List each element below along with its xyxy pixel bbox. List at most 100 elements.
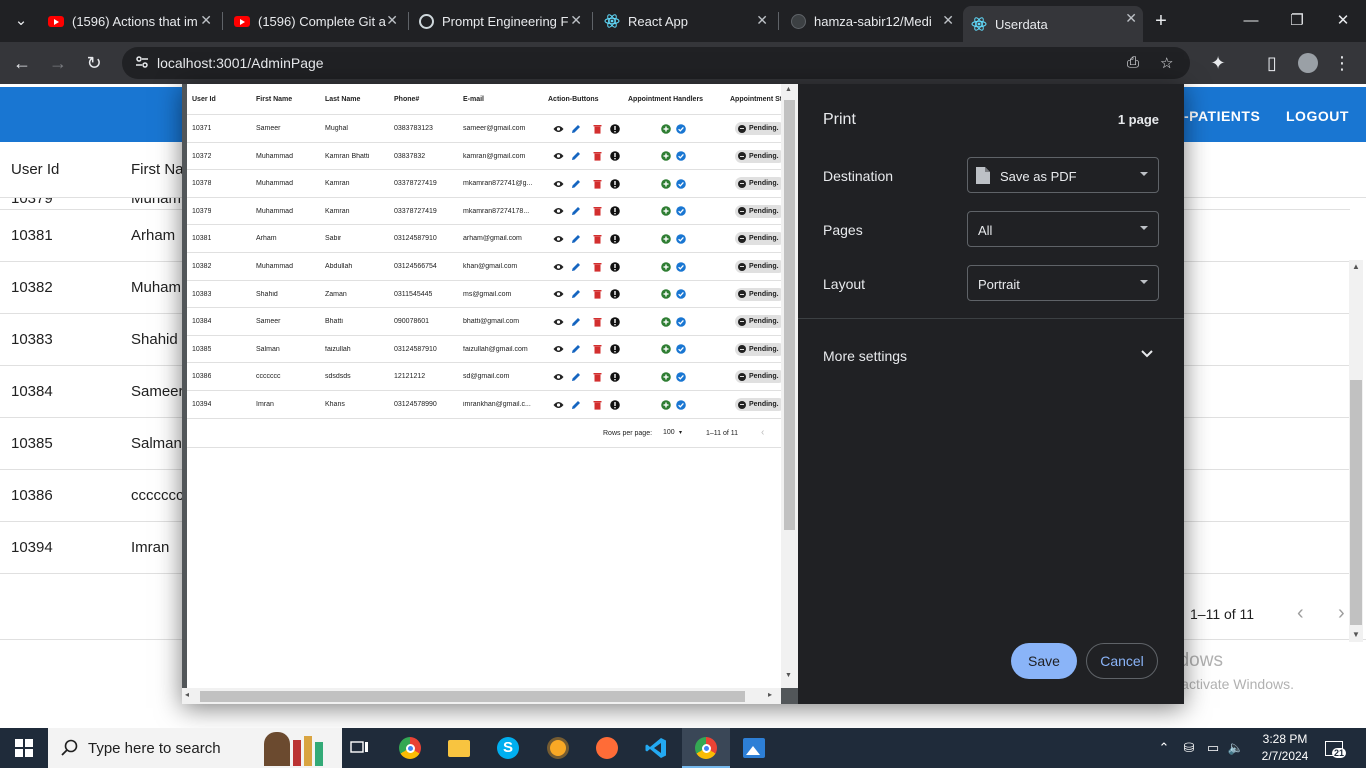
header-user-id[interactable]: User Id — [11, 161, 59, 178]
close-window-button[interactable]: ✕ — [1328, 8, 1358, 34]
cell-first-name: Sameer — [131, 383, 184, 400]
layout-select[interactable]: Portrait — [967, 265, 1159, 301]
browser-tab[interactable]: (1596) Actions that im ✕ — [40, 8, 218, 34]
chrome-taskbar-icon[interactable] — [398, 736, 422, 760]
close-tab-icon[interactable]: ✕ — [942, 12, 954, 29]
preview-cell-first: Salman — [256, 345, 280, 353]
browser-tab[interactable]: (1596) Complete Git a ✕ — [226, 8, 404, 34]
close-tab-icon[interactable]: ✕ — [756, 12, 768, 29]
profile-avatar[interactable] — [1295, 50, 1321, 76]
patients-link[interactable]: -PATIENTS — [1184, 108, 1260, 124]
preview-cell-first: Muhammad — [256, 263, 293, 270]
preview-row: 10394 Imran Khans 03124578990 imrankhan@gmai… — [187, 391, 781, 419]
next-page-button[interactable]: › — [1338, 602, 1345, 625]
preview-row: 10381 Arham Sabir 03124587910 arham@gmail.co… — [187, 225, 781, 253]
add-circle-icon — [660, 399, 671, 410]
menu-kebab-icon[interactable]: ⋮ — [1329, 50, 1355, 76]
preview-vertical-scrollbar[interactable]: ▲ ▼ — [781, 84, 798, 688]
task-view-icon[interactable] — [348, 736, 372, 760]
scrollbar-thumb[interactable] — [1350, 380, 1362, 625]
check-circle-icon — [675, 151, 686, 162]
eye-icon — [553, 178, 564, 189]
status-chip: Pending. — [735, 370, 781, 384]
back-button[interactable]: ← — [9, 50, 35, 76]
close-tab-icon[interactable]: ✕ — [570, 12, 582, 29]
eye-icon — [553, 316, 564, 327]
network-device-icon[interactable]: ⛁ — [1177, 736, 1201, 760]
check-circle-icon — [675, 289, 686, 300]
new-tab-button[interactable]: + — [1146, 8, 1176, 34]
save-button[interactable]: Save — [1011, 643, 1077, 679]
address-bar[interactable]: localhost:3001/AdminPage ⎙ ☆ — [122, 47, 1190, 79]
chatgpt-icon — [418, 13, 434, 29]
taskbar-search[interactable]: Type here to search — [48, 728, 342, 768]
preview-cell-last: Bhatti — [325, 318, 343, 326]
preview-cell-email: kamran@gmail.com — [463, 152, 526, 160]
preview-cell-first: Muhammad — [256, 180, 293, 188]
more-settings-toggle[interactable]: More settings — [798, 334, 1184, 376]
forward-button[interactable]: → — [45, 50, 71, 76]
chevron-down-icon — [1141, 350, 1153, 358]
restore-button[interactable]: ❐ — [1282, 8, 1312, 34]
windows-start-icon[interactable] — [12, 736, 36, 760]
destination-select[interactable]: Save as PDF — [967, 157, 1159, 193]
postman-icon[interactable] — [595, 736, 619, 760]
file-explorer-icon[interactable] — [447, 736, 471, 760]
side-panel-icon[interactable]: ▯ — [1259, 50, 1285, 76]
info-icon — [609, 151, 620, 162]
search-placeholder: Type here to search — [88, 740, 221, 757]
minimize-button[interactable]: — — [1236, 8, 1266, 34]
logout-link[interactable]: LOGOUT — [1286, 108, 1349, 124]
table-scrollbar[interactable]: ▲ ▼ — [1349, 260, 1363, 642]
close-tab-icon[interactable]: ✕ — [200, 12, 212, 29]
scrollbar-thumb[interactable] — [200, 691, 745, 702]
tab-title: Prompt Engineering F — [442, 13, 569, 29]
delete-icon — [592, 371, 603, 382]
notifications-icon[interactable]: 21 — [1322, 736, 1347, 760]
clock-time: 3:28 PM — [1262, 732, 1308, 746]
cancel-button[interactable]: Cancel — [1086, 643, 1158, 679]
tab-search-icon[interactable]: ⌄ — [6, 8, 36, 34]
browser-tab[interactable]: Userdata ✕ — [963, 6, 1143, 42]
url-text: localhost:3001/AdminPage — [157, 55, 324, 71]
scrollbar-thumb[interactable] — [784, 100, 795, 530]
tab-strip: ⌄ (1596) Actions that im ✕ (1596) Complete… — [0, 0, 1366, 42]
tray-expand-icon[interactable]: ⌃ — [1152, 736, 1176, 760]
close-tab-icon[interactable]: ✕ — [386, 12, 398, 29]
reload-button[interactable]: ↻ — [81, 50, 107, 76]
site-info-icon[interactable] — [134, 54, 150, 74]
skype-icon[interactable]: S — [496, 736, 520, 760]
chrome-profile-taskbar-icon[interactable] — [694, 736, 718, 760]
preview-cell-phone: 0311545445 — [394, 290, 433, 298]
browser-tab[interactable]: React App ✕ — [596, 8, 774, 34]
preview-horizontal-scrollbar[interactable]: ◂ ▸ — [182, 688, 781, 704]
rows-per-page-label: Rows per page: — [603, 430, 653, 437]
system-clock[interactable]: 3:28 PM 2/7/2024 — [1260, 731, 1310, 765]
prev-page-button[interactable]: ‹ — [1297, 602, 1304, 625]
edit-pencil-icon — [570, 233, 581, 244]
delete-icon — [592, 151, 603, 162]
pages-select[interactable]: All — [967, 211, 1159, 247]
photos-icon[interactable] — [742, 736, 766, 760]
network-icon[interactable]: ▭ — [1201, 736, 1225, 760]
browser-tab[interactable]: Prompt Engineering F ✕ — [410, 8, 588, 34]
browser-tab[interactable]: hamza-sabir12/Medi ✕ — [782, 8, 960, 34]
bookmark-star-icon[interactable]: ☆ — [1160, 54, 1173, 72]
add-circle-icon — [660, 344, 671, 355]
volume-icon[interactable]: 🔈 — [1224, 736, 1248, 760]
tab-title: (1596) Actions that im — [72, 13, 198, 29]
extensions-icon[interactable]: ✦ — [1205, 50, 1231, 76]
preview-cell-id: 10384 — [192, 318, 212, 326]
status-text: Pending. — [749, 207, 779, 215]
header-first-name[interactable]: First Na — [131, 161, 184, 178]
install-app-icon[interactable]: ⎙ — [1127, 54, 1139, 71]
preview-cell-phone: 03124587910 — [394, 235, 437, 243]
status-text: Pending. — [749, 152, 779, 160]
sun-app-icon[interactable] — [546, 736, 570, 760]
vscode-icon[interactable] — [644, 736, 668, 760]
preview-cell-last: Khans — [325, 401, 345, 408]
pending-icon — [738, 345, 746, 354]
preview-cell-last: Zaman — [325, 290, 347, 298]
react-icon — [604, 13, 620, 29]
close-tab-icon[interactable]: ✕ — [1125, 10, 1137, 27]
